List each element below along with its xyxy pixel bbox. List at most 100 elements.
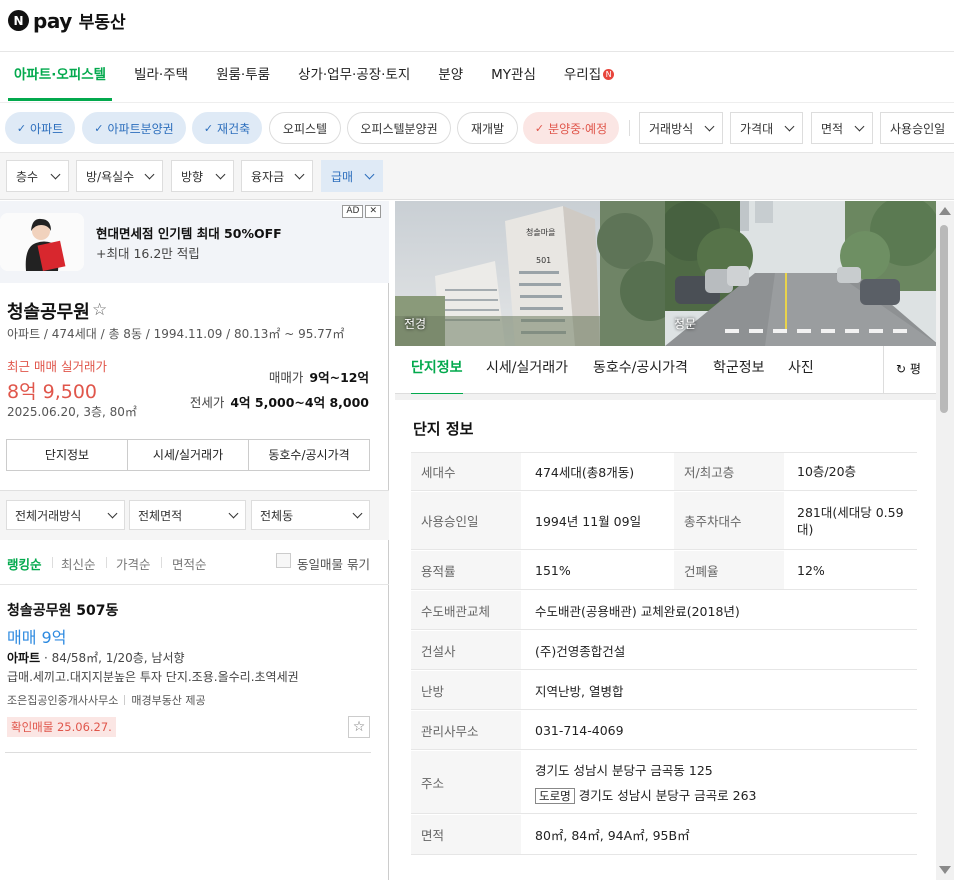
select-urgent-sale[interactable]: 급매: [321, 160, 383, 192]
info-value: 151%: [535, 562, 571, 578]
chip-officetel[interactable]: 오피스텔: [269, 112, 341, 144]
ad-banner[interactable]: 현대면세점 인기템 최대 50%OFF +최대 16.2만 적립 AD ✕: [0, 201, 389, 283]
info-label: 사용승인일: [411, 492, 521, 549]
nav-tab-my-interest[interactable]: MY관심: [477, 52, 550, 101]
select-trade-type[interactable]: 거래방식: [639, 112, 723, 144]
same-listing-checkbox[interactable]: [276, 553, 291, 568]
listing-divider: [5, 752, 371, 753]
chevron-down-icon: [294, 169, 305, 179]
scroll-up-icon[interactable]: [939, 207, 951, 215]
info-row-pipe: 수도배관교체 수도배관(공용배관) 교체완료(2018년): [411, 591, 917, 630]
listing-favorite-star-icon[interactable]: ☆: [348, 716, 370, 738]
info-row-ratio: 용적률 151% 건폐율 12%: [411, 551, 917, 590]
select-all-trade-types[interactable]: 전체거래방식: [6, 500, 125, 530]
chevron-down-icon: [50, 169, 61, 179]
nav-tab-oneroom[interactable]: 원룸·투룸: [202, 52, 284, 101]
select-all-buildings[interactable]: 전체동: [251, 500, 370, 530]
info-value: 281대(세대당 0.59대): [797, 504, 904, 537]
chip-apartment-presale-right[interactable]: ✓ 아파트분양권: [82, 112, 186, 144]
scrollbar[interactable]: [936, 201, 954, 880]
sort-area[interactable]: 면적순: [172, 554, 207, 573]
provider-name: 매경부동산 제공: [131, 694, 206, 707]
chip-apartment[interactable]: ✓ 아파트: [5, 112, 75, 144]
nav-tab-my-home[interactable]: 우리집 N: [550, 52, 628, 101]
chip-officetel-presale-right[interactable]: 오피스텔분양권: [347, 112, 451, 144]
info-value: 80㎡, 84㎡, 94A㎡, 95B㎡: [535, 828, 690, 843]
left-tab-price[interactable]: 시세/실거래가: [128, 440, 249, 470]
left-panel: 현대면세점 인기템 최대 50%OFF +최대 16.2만 적립 AD ✕ 청솔…: [0, 201, 389, 880]
chevron-down-icon: [215, 169, 226, 179]
jeonse-price-row: 전세가 4억 5,000~4억 8,000: [190, 392, 369, 411]
refresh-icon: ↻: [896, 362, 907, 376]
info-label: 면적: [411, 815, 521, 854]
sort-ranking[interactable]: 랭킹순: [7, 554, 42, 573]
recent-trade-price: 8억 9,500: [7, 381, 98, 403]
select-price-range[interactable]: 가격대: [730, 112, 803, 144]
select-label: 가격대: [740, 121, 774, 136]
chevron-down-icon: [704, 121, 715, 131]
scroll-down-icon[interactable]: [939, 866, 951, 874]
select-approval-date[interactable]: 사용승인일: [880, 112, 954, 144]
info-value: 수도배관(공용배관) 교체완료(2018년): [535, 603, 740, 619]
select-floor[interactable]: 층수: [6, 160, 69, 192]
select-direction[interactable]: 방향: [171, 160, 234, 192]
info-row-area: 면적 80㎡, 84㎡, 94A㎡, 95B㎡: [411, 815, 917, 855]
left-tab-unit[interactable]: 동호수/공시가격: [249, 440, 369, 470]
ad-close-icon[interactable]: ✕: [365, 205, 381, 218]
logo-title: 부동산: [78, 13, 126, 33]
select-label: 방향: [181, 169, 204, 184]
listing-filter-bar: 전체거래방식 전체면적 전체동: [0, 490, 389, 540]
confirmed-listing-badge: 확인매물 25.06.27.: [7, 717, 116, 737]
detail-tabs: 단지정보 시세/실거래가 동호수/공시가격 학군정보 사진 ↻ 평: [395, 346, 940, 395]
detail-tab-unit[interactable]: 동호수/공시가격: [593, 346, 688, 394]
listing-spec: 아파트 · 84/58㎡, 1/20층, 남서향: [7, 651, 185, 665]
nav-tab-commercial[interactable]: 상가·업무·공장·토지: [284, 52, 424, 101]
filter-bar-primary: ✓ 아파트 ✓ 아파트분양권 ✓ 재건축 오피스텔 오피스텔분양권 재개발 ✓ 분양중·…: [0, 102, 954, 152]
sort-latest[interactable]: 최신순: [61, 554, 96, 573]
left-tab-complex-info[interactable]: 단지정보: [7, 440, 128, 470]
listing-title: 청솔공무원 507동: [7, 603, 119, 619]
photo-front[interactable]: 청솔마을 501 전경: [395, 201, 665, 346]
listing-price: 매매 9억: [7, 628, 67, 647]
chevron-down-icon: [784, 121, 795, 131]
chip-presale-ongoing[interactable]: ✓ 분양중·예정: [523, 112, 619, 144]
nav-tab-apartment-officetel[interactable]: 아파트·오피스텔: [0, 52, 120, 101]
select-all-areas[interactable]: 전체면적: [129, 500, 246, 530]
chip-redevelopment[interactable]: 재개발: [457, 112, 518, 144]
jeonse-price-value: 4억 5,000~4억 8,000: [230, 395, 369, 410]
list-item[interactable]: 청솔공무원 507동 매매 9억 아파트 · 84/58㎡, 1/20층, 남서…: [0, 586, 389, 754]
scrollbar-thumb[interactable]: [940, 225, 948, 413]
select-rooms-baths[interactable]: 방/욕실수: [76, 160, 163, 192]
select-loan[interactable]: 융자금: [241, 160, 313, 192]
sort-price[interactable]: 가격순: [116, 554, 151, 573]
detail-tab-price[interactable]: 시세/실거래가: [486, 346, 568, 394]
sale-price-row: 매매가 9억~12억: [269, 367, 369, 386]
agency-name: 조은집공인중개사사무소: [7, 694, 119, 707]
same-listing-label: 동일매물 묶기: [297, 557, 370, 572]
pyeong-toggle[interactable]: ↻ 평: [883, 346, 940, 394]
chip-label: 재개발: [470, 121, 505, 136]
new-badge: N: [603, 69, 615, 80]
nav-tab-presale[interactable]: 분양: [424, 52, 477, 101]
naver-pay-realestate-logo[interactable]: N pay 부동산: [8, 8, 126, 33]
section-title: 단지 정보: [413, 420, 474, 438]
chevron-down-icon: [364, 169, 375, 179]
chip-label: 아파트분양권: [107, 121, 174, 136]
sort-divider: [161, 557, 162, 568]
chip-reconstruction[interactable]: ✓ 재건축: [192, 112, 262, 144]
photo-gate-label: 정문: [674, 317, 697, 331]
chevron-down-icon: [352, 508, 363, 518]
info-value: 031-714-4069: [535, 722, 624, 738]
detail-tab-complex-info[interactable]: 단지정보: [411, 346, 463, 395]
favorite-star-icon[interactable]: ☆: [92, 300, 107, 320]
detail-tab-photos[interactable]: 사진: [788, 346, 814, 394]
filter-bar-secondary: 층수 방/욕실수 방향 융자금 급매: [0, 152, 954, 200]
nav-tab-villa-house[interactable]: 빌라·주택: [120, 52, 202, 101]
select-area[interactable]: 면적: [811, 112, 873, 144]
listing-source: 조은집공인중개사사무소 매경부동산 제공: [7, 692, 206, 708]
detail-tab-school[interactable]: 학군정보: [713, 346, 765, 394]
photo-gate[interactable]: 정문: [665, 201, 940, 346]
info-row-builder: 건설사 (주)건영종합건설: [411, 631, 917, 670]
info-label: 수도배관교체: [411, 591, 521, 629]
info-value: 지역난방, 열병합: [535, 683, 624, 699]
